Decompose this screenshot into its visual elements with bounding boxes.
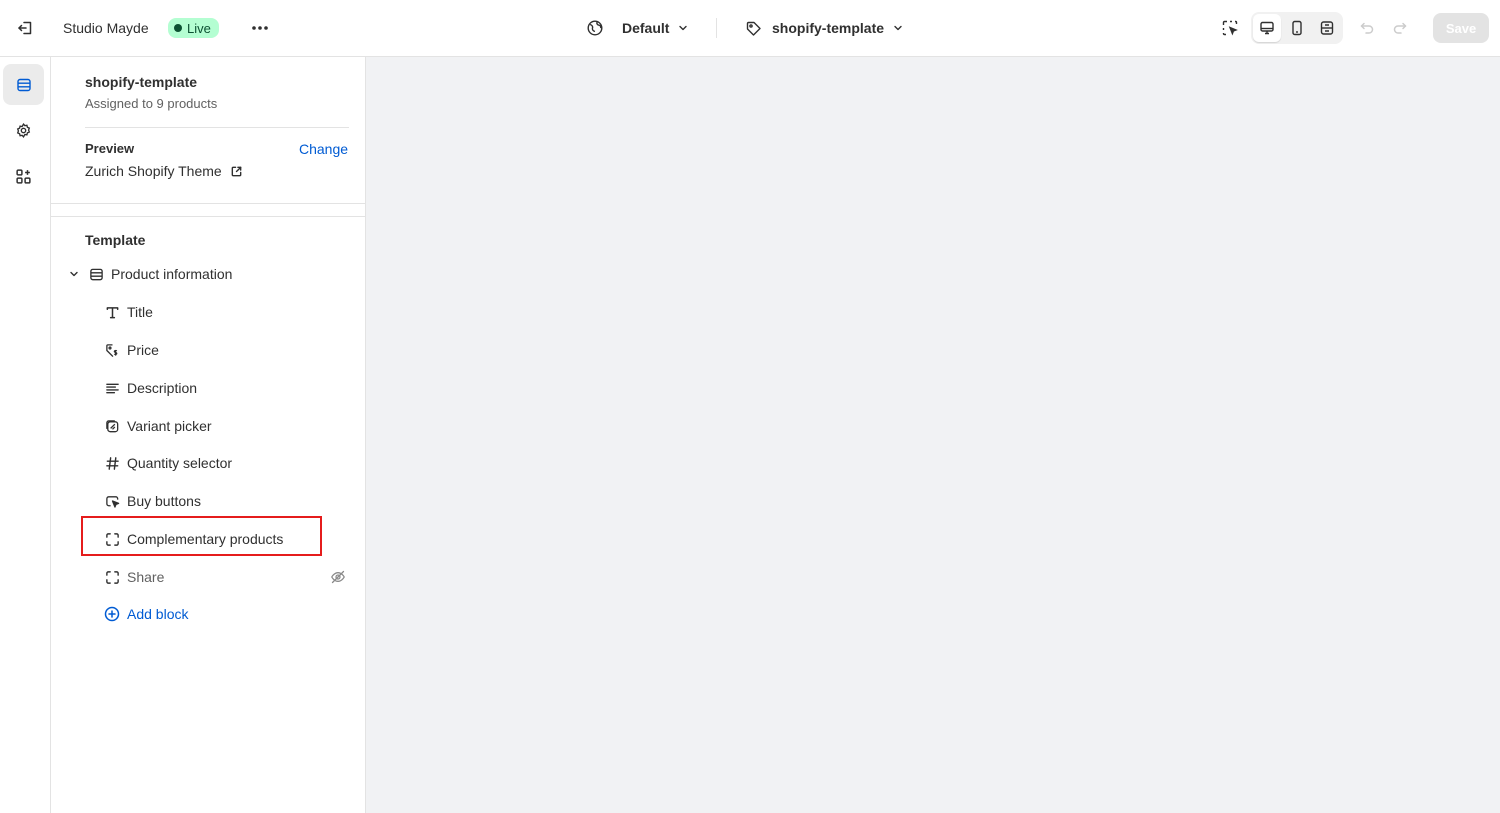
section-product-information[interactable]: Product information — [68, 259, 232, 289]
price-tag-icon — [104, 342, 120, 358]
block-label: Share — [127, 569, 165, 585]
divider — [51, 216, 366, 217]
gear-icon — [16, 122, 31, 139]
top-bar: Studio Mayde Live Default shopify-templa… — [0, 0, 1500, 57]
hashtag-icon — [104, 455, 120, 471]
block-icon — [104, 531, 120, 547]
sections-icon — [16, 78, 31, 91]
block-label: Quantity selector — [127, 455, 233, 471]
template-assignment: Assigned to 9 products — [85, 96, 218, 111]
block-label: Description — [127, 380, 198, 396]
status-badge: Live — [168, 18, 219, 38]
chevron-down-icon — [70, 271, 78, 277]
block-variant-picker[interactable]: Variant picker — [104, 411, 212, 441]
apps-icon — [16, 169, 31, 184]
expand-icon — [1320, 21, 1334, 35]
select-cursor-icon — [1222, 20, 1238, 36]
template-name: shopify-template — [85, 74, 198, 90]
chevron-down-icon — [894, 25, 902, 31]
tag-icon — [746, 21, 761, 36]
block-label: Title — [127, 304, 153, 320]
block-label: Complementary products — [127, 531, 284, 547]
section-label: Product information — [111, 266, 233, 282]
external-link-icon — [231, 166, 242, 176]
theme-selector-label: Default — [622, 20, 670, 36]
hidden-toggle-button[interactable] — [330, 569, 346, 585]
eye-hidden-icon — [331, 570, 345, 584]
desktop-icon — [1260, 21, 1274, 35]
ellipsis-icon — [252, 26, 268, 30]
apps-rail-button[interactable] — [3, 156, 44, 197]
sections-panel: shopify-template Assigned to 9 products … — [51, 57, 366, 813]
template-heading: Template — [85, 232, 146, 248]
globe-icon — [587, 20, 603, 36]
block-label: Price — [127, 342, 159, 358]
inspector-button[interactable] — [1219, 17, 1241, 39]
plus-circle-icon — [104, 606, 120, 622]
block-quantity-selector[interactable]: Quantity selector — [104, 448, 232, 478]
redo-button[interactable] — [1389, 17, 1411, 39]
viewport-toggle — [1251, 12, 1343, 44]
block-label: Variant picker — [127, 418, 212, 434]
section-icon — [88, 266, 104, 282]
chevron-down-icon — [679, 25, 688, 31]
save-button[interactable]: Save — [1433, 13, 1489, 43]
redo-icon — [1393, 22, 1407, 34]
add-block-label: Add block — [127, 606, 189, 622]
cursor-icon — [104, 493, 120, 509]
block-complementary-products[interactable]: Complementary products — [104, 524, 283, 554]
status-badge-label: Live — [187, 20, 211, 36]
block-price[interactable]: Price — [104, 335, 159, 365]
divider — [85, 127, 349, 128]
preview-label: Preview — [85, 141, 135, 156]
block-description[interactable]: Description — [104, 373, 197, 403]
left-rail — [0, 57, 51, 813]
mobile-view-button[interactable] — [1283, 14, 1311, 42]
live-dot-icon — [174, 24, 182, 32]
settings-rail-button[interactable] — [3, 110, 44, 151]
sections-rail-button[interactable] — [3, 64, 44, 105]
theme-selector[interactable]: Default — [586, 17, 689, 39]
block-buy-buttons[interactable]: Buy buttons — [104, 486, 201, 516]
more-actions-button[interactable] — [248, 17, 272, 39]
text-icon — [104, 304, 120, 320]
mobile-icon — [1292, 20, 1302, 36]
preview-value-label: Zurich Shopify Theme — [85, 163, 222, 179]
block-title[interactable]: Title — [104, 297, 153, 327]
topbar-divider — [716, 18, 717, 38]
template-selector-label: shopify-template — [772, 20, 885, 36]
exit-button[interactable] — [14, 17, 36, 39]
undo-icon — [1360, 22, 1374, 34]
block-share[interactable]: Share — [104, 562, 346, 592]
divider — [51, 203, 366, 204]
add-block-button[interactable]: Add block — [104, 599, 188, 629]
change-preview-link[interactable]: Change — [299, 141, 348, 157]
desktop-view-button[interactable] — [1253, 14, 1281, 42]
undo-button[interactable] — [1356, 17, 1378, 39]
preview-canvas[interactable] — [366, 57, 1500, 813]
block-icon — [104, 569, 120, 585]
block-label: Buy buttons — [127, 493, 201, 509]
variant-icon — [104, 418, 120, 434]
exit-icon — [18, 21, 32, 35]
preview-value[interactable]: Zurich Shopify Theme — [85, 163, 243, 179]
fullscreen-view-button[interactable] — [1313, 14, 1341, 42]
store-name: Studio Mayde — [63, 20, 149, 36]
text-align-icon — [104, 380, 120, 396]
template-selector[interactable]: shopify-template — [745, 17, 904, 39]
